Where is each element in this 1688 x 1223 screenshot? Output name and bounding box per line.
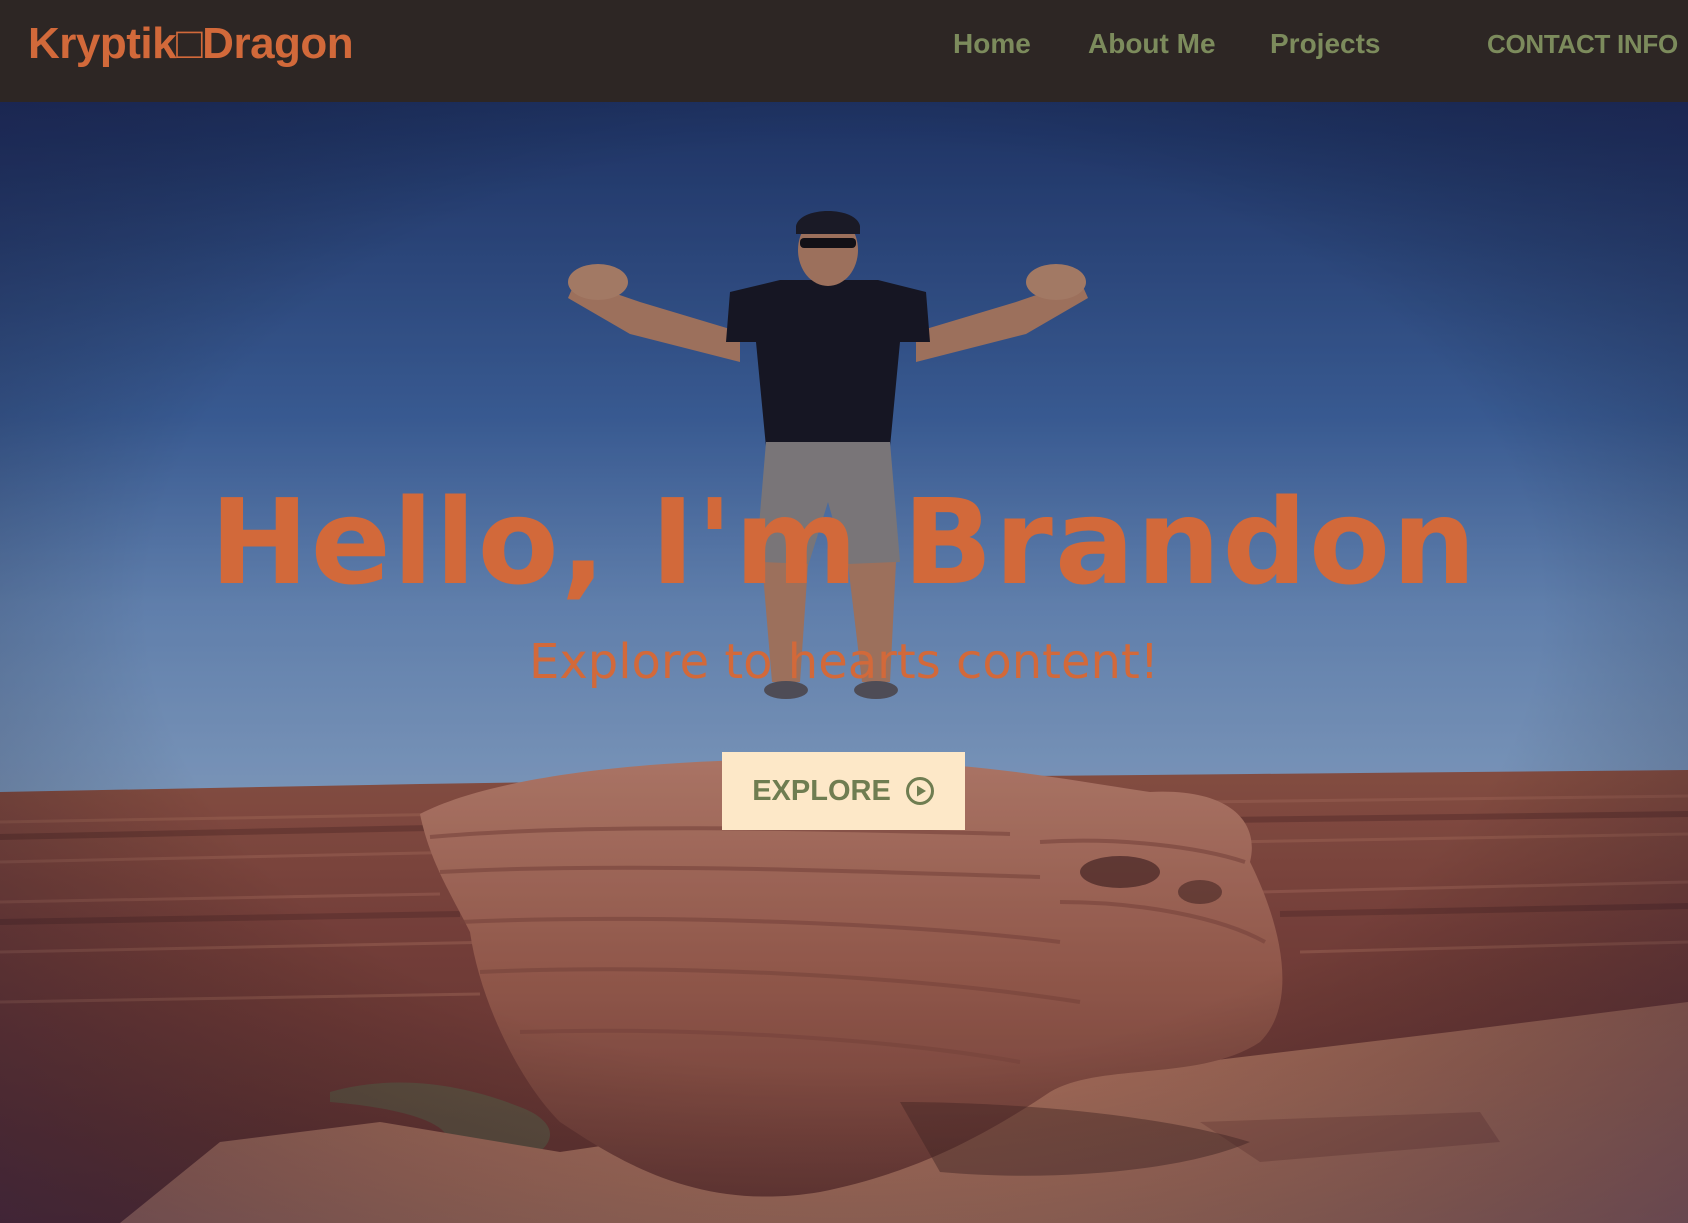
nav-link-home[interactable]: Home bbox=[953, 24, 1031, 64]
nav-link-contact-info[interactable]: CONTACT INFO bbox=[1487, 24, 1678, 64]
hero-title: Hello, I'm Brandon bbox=[209, 473, 1479, 611]
nav-link-projects[interactable]: Projects bbox=[1270, 24, 1381, 64]
navbar: Kryptik□Dragon Home About Me Projects CO… bbox=[0, 0, 1688, 102]
hero-subtitle: Explore to hearts content! bbox=[528, 634, 1160, 690]
explore-button-label: EXPLORE bbox=[752, 774, 891, 807]
brand-logo[interactable]: Kryptik□Dragon bbox=[28, 16, 354, 72]
explore-button[interactable]: EXPLORE bbox=[722, 752, 965, 830]
hero-section: Hello, I'm Brandon Explore to hearts con… bbox=[0, 102, 1688, 1223]
nav-link-about-me[interactable]: About Me bbox=[1088, 24, 1216, 64]
play-circle-icon bbox=[905, 776, 935, 806]
